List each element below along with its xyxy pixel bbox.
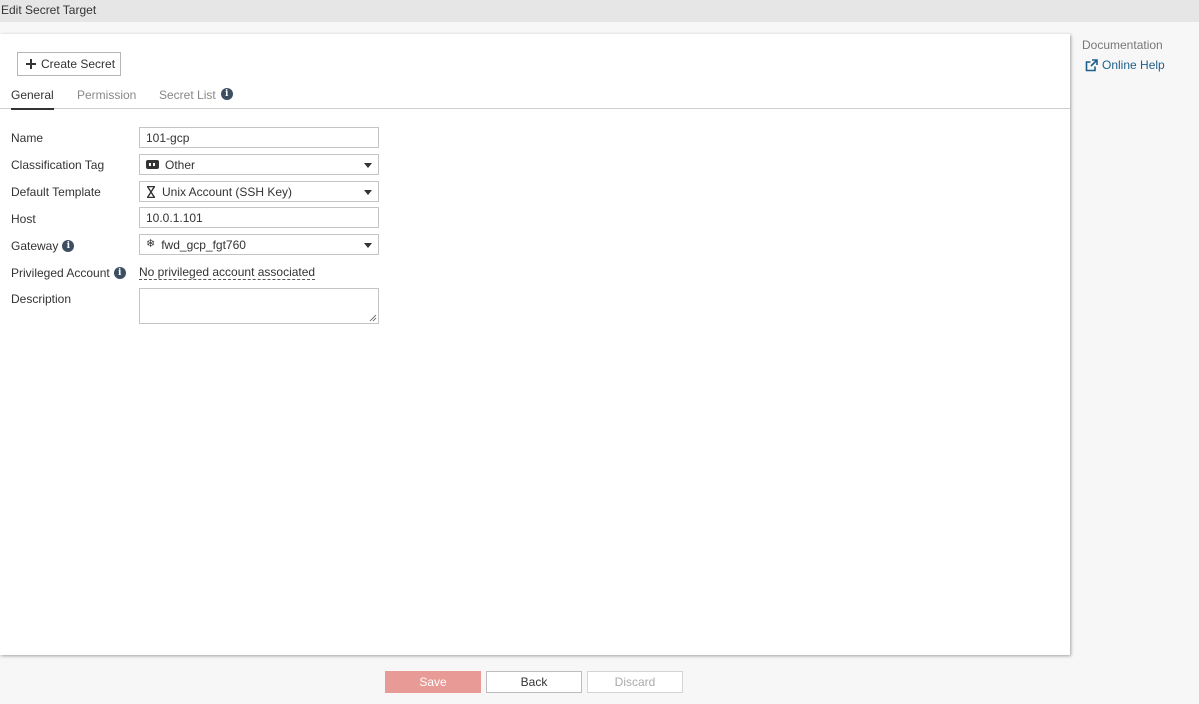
hourglass-icon	[146, 185, 156, 198]
host-value: 10.0.1.101	[146, 210, 203, 225]
default-template-label: Default Template	[11, 185, 101, 199]
edit-panel: Create Secret General Permission Secret …	[0, 34, 1070, 655]
description-label: Description	[11, 292, 71, 306]
online-help-link[interactable]: Online Help	[1085, 58, 1165, 72]
info-icon[interactable]: i	[113, 267, 126, 279]
host-label: Host	[11, 212, 36, 226]
chevron-down-icon	[364, 243, 372, 248]
discard-button[interactable]: Discard	[587, 671, 683, 693]
name-label: Name	[11, 131, 43, 145]
back-button[interactable]: Back	[486, 671, 582, 693]
default-template-label-text: Default Template	[11, 185, 101, 199]
classification-tag-label-text: Classification Tag	[11, 158, 105, 172]
create-secret-button[interactable]: Create Secret	[17, 52, 121, 76]
tab-general[interactable]: General	[11, 88, 54, 110]
classification-tag-value: Other	[165, 157, 196, 172]
default-template-select[interactable]: Unix Account (SSH Key)	[139, 181, 379, 202]
online-help-label: Online Help	[1102, 58, 1165, 72]
chevron-down-icon	[364, 163, 372, 168]
name-input[interactable]: 101-gcp	[139, 127, 379, 148]
gateway-value: fwd_gcp_fgt760	[161, 237, 246, 252]
gear-icon: ❄	[146, 238, 156, 250]
tag-icon	[146, 160, 159, 169]
create-secret-label: Create Secret	[41, 57, 116, 71]
tab-secret-list[interactable]: Secret List i	[159, 88, 233, 109]
gateway-label: Gateway i	[11, 239, 75, 253]
gateway-select[interactable]: ❄ fwd_gcp_fgt760	[139, 234, 379, 255]
host-label-text: Host	[11, 212, 36, 226]
documentation-heading: Documentation	[1082, 38, 1163, 52]
tab-permission-label: Permission	[77, 88, 137, 102]
tab-general-label: General	[11, 88, 54, 102]
tab-permission[interactable]: Permission	[77, 88, 136, 109]
resize-grip-icon[interactable]	[369, 314, 377, 322]
classification-tag-label: Classification Tag	[11, 158, 104, 172]
save-button[interactable]: Save	[385, 671, 481, 693]
host-input[interactable]: 10.0.1.101	[139, 207, 379, 228]
name-label-text: Name	[11, 131, 44, 145]
plus-icon	[26, 59, 36, 69]
info-icon[interactable]: i	[220, 88, 233, 100]
tab-bar: General Permission Secret List i	[0, 84, 1070, 110]
description-textarea[interactable]	[139, 288, 379, 324]
tab-secret-list-label: Secret List	[159, 88, 216, 102]
default-template-value: Unix Account (SSH Key)	[162, 184, 293, 199]
gateway-label-text: Gateway	[11, 239, 59, 253]
chevron-down-icon	[364, 190, 372, 195]
info-icon[interactable]: i	[62, 240, 75, 252]
description-label-text: Description	[11, 292, 72, 306]
privileged-account-label-text: Privileged Account	[11, 266, 110, 280]
external-link-icon	[1085, 58, 1098, 71]
window-title-bar: Edit Secret Target	[0, 0, 1199, 22]
privileged-account-link[interactable]: No privileged account associated	[139, 265, 316, 280]
classification-tag-select[interactable]: Other	[139, 154, 379, 175]
privileged-account-label: Privileged Account i	[11, 266, 126, 280]
name-value: 101-gcp	[146, 130, 190, 145]
window-title: Edit Secret Target	[1, 3, 97, 17]
